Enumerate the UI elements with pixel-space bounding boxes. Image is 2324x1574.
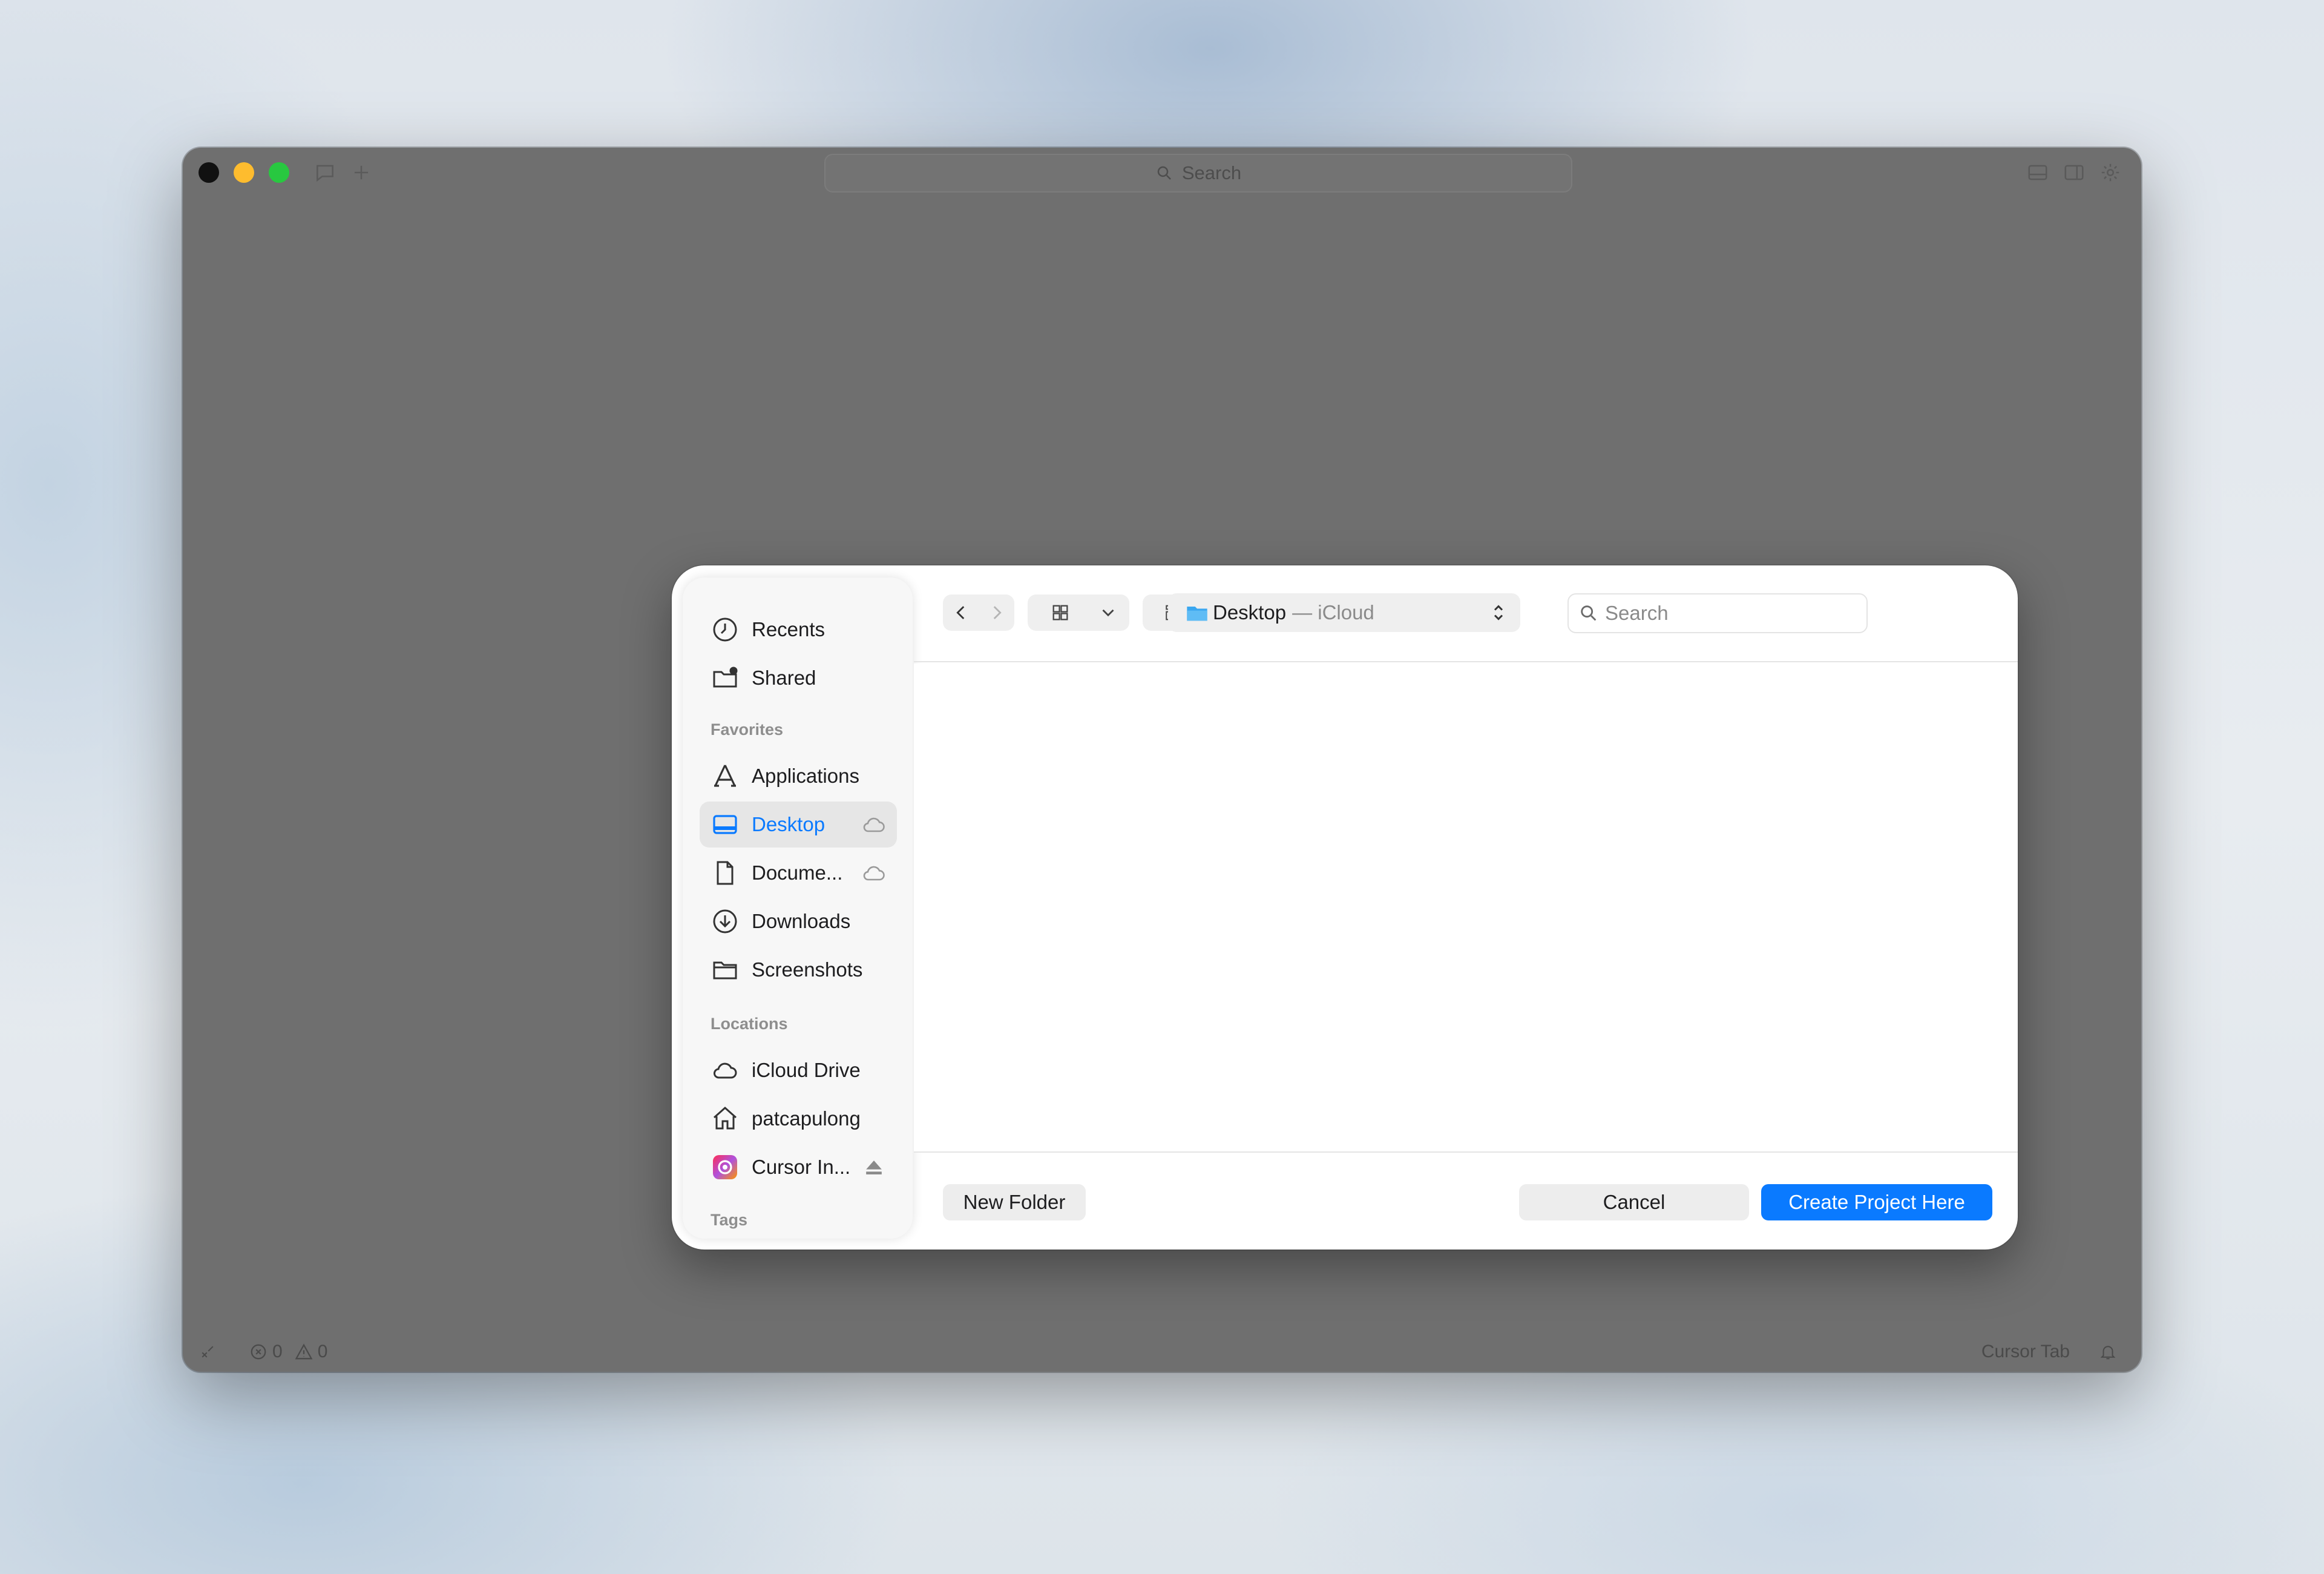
- maximize-window-button[interactable]: [269, 162, 289, 183]
- problems-indicator[interactable]: 0 0: [249, 1342, 327, 1362]
- home-icon: [709, 1103, 741, 1134]
- chevron-down-icon: [1093, 602, 1123, 623]
- sidebar-item-label: Cursor In...: [752, 1156, 851, 1178]
- location-name: Desktop: [1213, 601, 1287, 624]
- sidebar-item-label: patcapulong: [752, 1107, 861, 1130]
- remote-icon[interactable]: [199, 1343, 217, 1361]
- sidebar-item-label: Screenshots: [752, 958, 863, 981]
- editor-window: Search 0 0 Cursor Tab Recents Shared Fav…: [183, 148, 2141, 1372]
- up-down-chevron-icon: [1488, 602, 1509, 624]
- close-window-button[interactable]: [199, 162, 219, 183]
- sidebar-item-label: Downloads: [752, 910, 851, 932]
- forward-button[interactable]: [979, 602, 1014, 623]
- sidebar-item-label: Desktop: [752, 813, 826, 835]
- sidebar-item-applications[interactable]: Applications: [700, 753, 897, 799]
- create-project-here-button[interactable]: Create Project Here: [1761, 1184, 1992, 1220]
- dialog-toolbar: Desktop — iCloud Search: [914, 565, 2018, 662]
- minimize-window-button[interactable]: [234, 162, 254, 183]
- title-bar: Search: [183, 148, 2141, 197]
- icon-view-icon: [1028, 602, 1093, 623]
- nav-segment: [943, 594, 1014, 631]
- sidebar-item-home[interactable]: patcapulong: [700, 1096, 897, 1142]
- bell-icon[interactable]: [2099, 1343, 2117, 1361]
- sidebar-item-shared[interactable]: Shared: [700, 655, 897, 701]
- dialog-footer: New Folder Cancel Create Project Here: [914, 1151, 2018, 1250]
- search-icon: [1157, 166, 1171, 180]
- warning-count: 0: [317, 1342, 328, 1362]
- sidebar-item-downloads[interactable]: Downloads: [700, 898, 897, 944]
- error-icon: [251, 1344, 266, 1360]
- chat-icon[interactable]: [313, 161, 336, 184]
- location-popup[interactable]: Desktop — iCloud: [1168, 593, 1520, 632]
- folder-icon: [709, 954, 741, 986]
- sidebar-item-label: iCloud Drive: [752, 1059, 861, 1081]
- applications-icon: [709, 760, 741, 792]
- search-icon: [1578, 603, 1599, 624]
- panel-bottom-icon[interactable]: [2026, 161, 2049, 184]
- app-disk-icon: [709, 1151, 741, 1183]
- sidebar-item-icloud-drive[interactable]: iCloud Drive: [700, 1047, 897, 1093]
- sidebar-item-desktop[interactable]: Desktop: [700, 802, 897, 848]
- locations-heading: Locations: [711, 1015, 788, 1033]
- sidebar-item-label: Docume...: [752, 861, 843, 884]
- file-browser-area[interactable]: [914, 664, 2018, 1151]
- new-folder-button[interactable]: New Folder: [943, 1184, 1086, 1220]
- back-button[interactable]: [943, 602, 979, 623]
- favorites-heading: Favorites: [711, 720, 784, 739]
- cloud-icon: [861, 860, 887, 886]
- location-suffix: — iCloud: [1292, 601, 1374, 624]
- command-search[interactable]: Search: [824, 154, 1572, 193]
- warning-icon: [295, 1343, 313, 1360]
- cloud-icon: [861, 811, 887, 838]
- document-icon: [709, 857, 741, 889]
- dialog-sidebar: Recents Shared Favorites Applications De…: [683, 578, 913, 1239]
- clock-icon: [709, 614, 741, 645]
- desktop-icon: [709, 809, 741, 840]
- settings-gear-icon[interactable]: [2099, 161, 2122, 184]
- command-search-label: Search: [1181, 162, 1242, 183]
- sidebar-item-cursor-installer[interactable]: Cursor In...: [700, 1144, 897, 1190]
- cloud-icon: [709, 1055, 741, 1086]
- tags-heading: Tags: [711, 1211, 748, 1229]
- sidebar-item-label: Applications: [752, 765, 859, 787]
- sidebar-item-label: Shared: [752, 667, 816, 689]
- eject-icon[interactable]: [861, 1154, 887, 1180]
- sidebar-item-recents[interactable]: Recents: [700, 607, 897, 653]
- download-icon: [709, 906, 741, 937]
- chevron-right-icon: [993, 606, 1002, 619]
- sidebar-item-label: Recents: [752, 618, 826, 640]
- dialog-search-input[interactable]: Search: [1567, 593, 1868, 633]
- blue-folder-icon: [1185, 601, 1209, 625]
- panel-right-icon[interactable]: [2063, 161, 2086, 184]
- save-dialog: Recents Shared Favorites Applications De…: [672, 565, 2018, 1250]
- error-count: 0: [272, 1342, 283, 1362]
- new-tab-icon[interactable]: [350, 161, 373, 184]
- chevron-left-icon: [956, 606, 964, 619]
- status-bar: 0 0 Cursor Tab: [183, 1335, 2141, 1372]
- sidebar-item-screenshots[interactable]: Screenshots: [700, 947, 897, 993]
- sidebar-item-documents[interactable]: Docume...: [700, 850, 897, 896]
- shared-folder-icon: [709, 662, 741, 694]
- view-mode-button[interactable]: [1028, 594, 1129, 631]
- cancel-button[interactable]: Cancel: [1519, 1184, 1749, 1220]
- cursor-tab-status[interactable]: Cursor Tab: [1981, 1342, 2070, 1362]
- search-placeholder: Search: [1605, 602, 1669, 624]
